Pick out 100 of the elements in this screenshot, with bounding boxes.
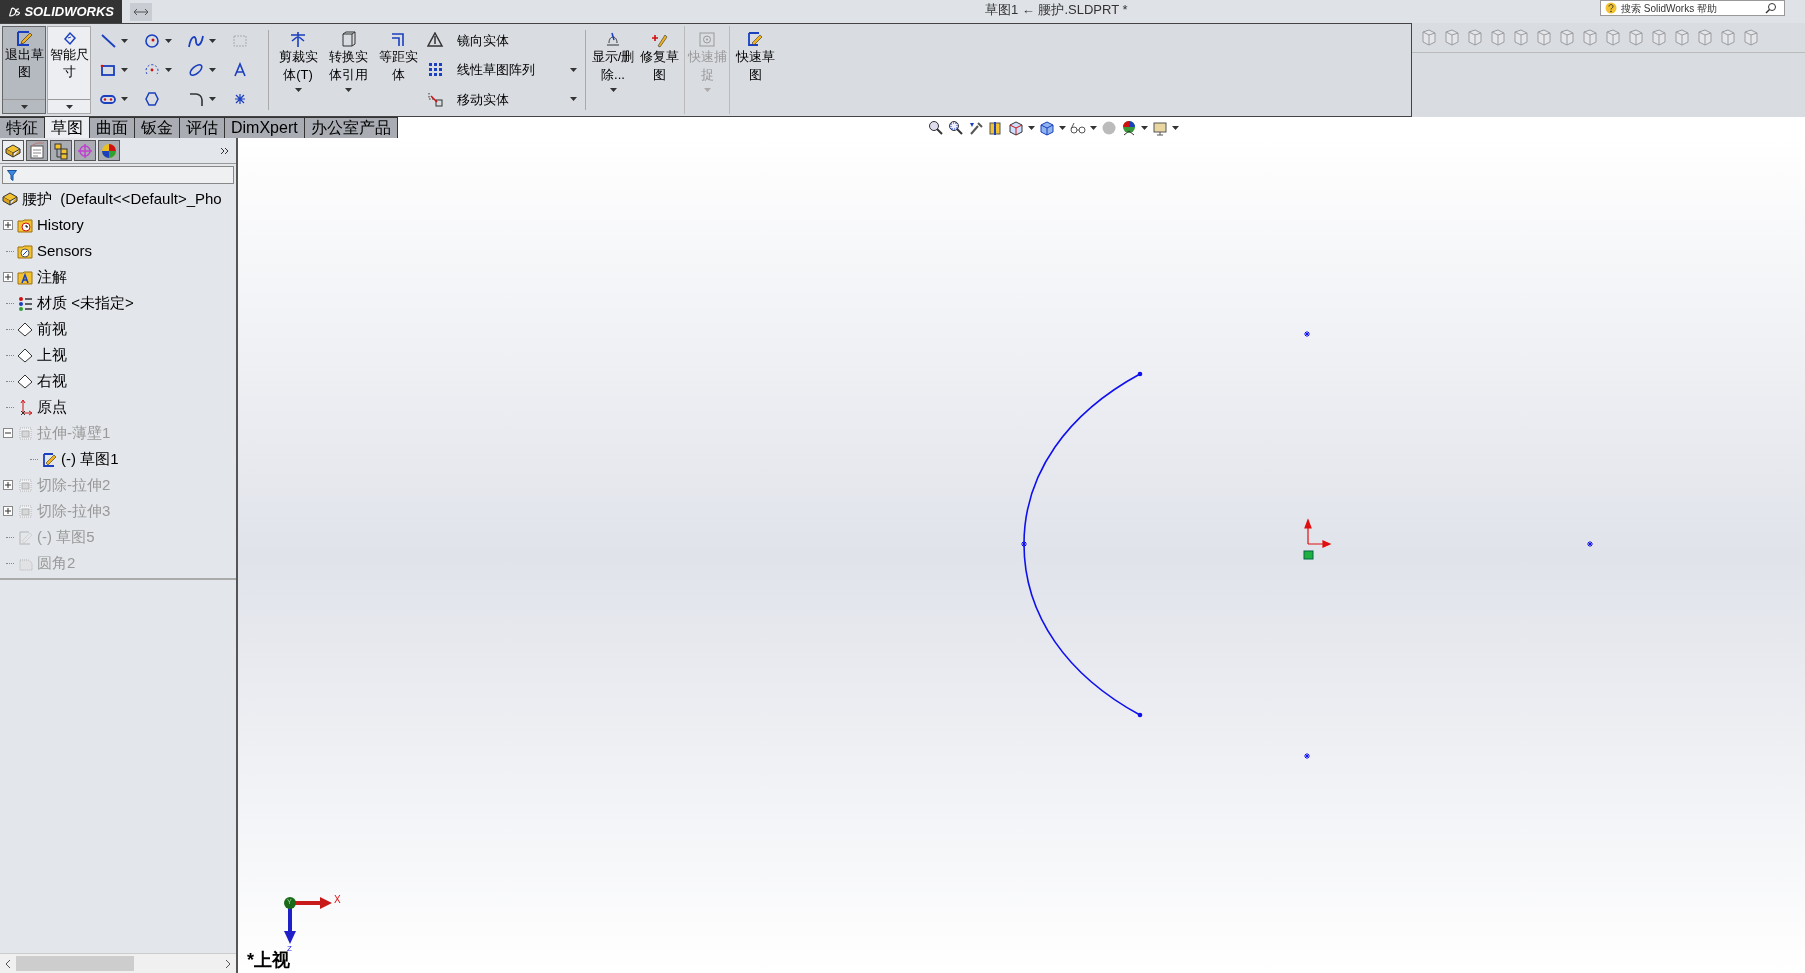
ribbon-button[interactable]: 转换实体引用	[323, 26, 373, 114]
quick-icon	[746, 31, 764, 48]
dropdown-caret-icon[interactable]	[344, 88, 352, 92]
filter-field[interactable]	[2, 166, 234, 184]
ribbon-button[interactable]: 智能尺寸	[47, 26, 91, 114]
dropdown-caret-icon[interactable]	[20, 104, 28, 109]
text-icon[interactable]	[232, 62, 248, 78]
tree-item[interactable]: (-) 草图1	[61, 447, 119, 471]
line-icon[interactable]	[100, 32, 116, 49]
move-icon	[427, 90, 445, 108]
display-settings-icon[interactable]	[1152, 120, 1168, 136]
plane-icon	[17, 320, 34, 338]
ribbon-button[interactable]: 修复草图	[636, 26, 682, 114]
expand-icon[interactable]	[3, 480, 13, 490]
sketch-icon	[41, 450, 58, 468]
ribbon-button[interactable]: 退出草图	[2, 26, 46, 114]
window-title: 草图1 ← 腰护.SLDPRT *	[985, 1, 1128, 19]
scroll-left-icon[interactable]	[4, 958, 12, 969]
horizontal-scrollbar[interactable]	[0, 953, 236, 973]
expand-chevron-icon[interactable]	[220, 146, 230, 155]
collapse-icon[interactable]	[3, 428, 13, 438]
panel-tab[interactable]	[2, 140, 24, 161]
x-axis-label: X	[334, 895, 341, 905]
dropdown-caret-icon[interactable]	[209, 97, 216, 102]
tree-item[interactable]: 前视	[37, 317, 67, 341]
sketch-point	[1303, 330, 1311, 338]
ribbon-button[interactable]: 显示/删除...	[590, 26, 636, 114]
tree-item[interactable]: 原点	[37, 395, 67, 419]
panel-tab[interactable]	[50, 140, 72, 161]
ribbon-list-button[interactable]: 线性草图阵列	[427, 59, 535, 81]
ribbon-list-button[interactable]: 移动实体	[427, 88, 509, 111]
section-view-icon[interactable]	[988, 120, 1004, 136]
ellipse-icon[interactable]	[188, 62, 204, 78]
dropdown-caret-icon[interactable]	[1090, 126, 1097, 130]
dropdown-caret-icon[interactable]	[121, 97, 128, 102]
quick-access-button[interactable]	[130, 2, 152, 21]
help-icon	[1605, 2, 1617, 14]
ribbon-button[interactable]: 等距实体	[373, 26, 423, 114]
feature-icon	[17, 476, 34, 494]
dropdown-caret-icon[interactable]	[121, 68, 128, 72]
previous-view-icon[interactable]	[968, 120, 984, 136]
property-icon	[28, 141, 46, 160]
glasses-icon[interactable]	[1070, 120, 1086, 136]
dropdown-caret-icon[interactable]	[121, 38, 128, 43]
help-search-field[interactable]: 搜索 SolidWorks 帮助	[1600, 0, 1785, 16]
arrows-icon	[133, 6, 149, 17]
tab[interactable]: 办公室产品	[304, 117, 398, 138]
dropdown-caret-icon[interactable]	[165, 68, 172, 72]
scene-icon[interactable]	[1121, 120, 1137, 136]
tab[interactable]: 草图	[45, 117, 90, 138]
dropdown-caret-icon[interactable]	[1172, 126, 1179, 130]
tab[interactable]: 特征	[0, 117, 45, 138]
expand-icon[interactable]	[3, 506, 13, 516]
color-wheel-icon	[100, 141, 118, 160]
fillet-icon[interactable]	[188, 91, 204, 108]
tree-item[interactable]: 注解	[37, 265, 67, 289]
polygon-icon[interactable]	[144, 91, 160, 108]
view-orientation-icon[interactable]	[1008, 120, 1024, 136]
expand-icon[interactable]	[3, 220, 13, 230]
search-icon[interactable]	[1765, 2, 1777, 14]
ribbon-list-button[interactable]: 镜向实体	[427, 29, 509, 52]
scroll-right-icon[interactable]	[224, 958, 232, 969]
z-axis-label: Z	[287, 945, 292, 953]
tree-item[interactable]: Sensors	[37, 239, 93, 263]
dropdown-caret-icon[interactable]	[209, 38, 216, 43]
rectangle-icon[interactable]	[100, 62, 116, 78]
mirror-icon	[427, 32, 445, 50]
panel-tab[interactable]	[26, 140, 48, 161]
dropdown-caret-icon[interactable]	[294, 88, 302, 92]
circle-icon[interactable]	[144, 32, 160, 49]
display-style-icon[interactable]	[1039, 120, 1055, 136]
dropdown-caret-icon[interactable]	[65, 104, 73, 109]
dropdown-caret-icon[interactable]	[209, 68, 216, 72]
tree-item[interactable]: 材质 <未指定>	[37, 291, 134, 315]
dropdown-caret-icon[interactable]	[570, 97, 577, 102]
tree-item[interactable]: History	[37, 213, 84, 237]
part-icon	[2, 191, 18, 207]
scrollbar-thumb[interactable]	[16, 956, 134, 971]
annotations-icon	[17, 268, 34, 286]
dropdown-caret-icon[interactable]	[165, 38, 172, 43]
dropdown-caret-icon[interactable]	[609, 88, 617, 92]
ribbon-button[interactable]: 剪裁实体(T)	[273, 26, 323, 114]
dropdown-caret-icon[interactable]	[1028, 126, 1035, 130]
zoom-fit-icon[interactable]	[928, 120, 944, 136]
tree-item[interactable]: 上视	[37, 343, 67, 367]
panel-tab[interactable]	[98, 140, 120, 161]
tree-item[interactable]: 右视	[37, 369, 67, 393]
arc-endpoint	[1137, 712, 1143, 718]
zoom-area-icon[interactable]	[948, 120, 964, 136]
tab[interactable]: 钣金	[135, 117, 180, 138]
ribbon-button[interactable]: 快速草图	[732, 26, 778, 114]
tree-root-label[interactable]: 腰护 (Default<<Default>_Pho	[22, 187, 222, 211]
dropdown-caret-icon[interactable]	[1141, 126, 1148, 130]
dropdown-caret-icon[interactable]	[570, 68, 577, 72]
plane-icon	[17, 346, 34, 364]
tab[interactable]: 评估	[180, 117, 225, 138]
expand-icon[interactable]	[3, 272, 13, 282]
tab[interactable]: DimXpert	[225, 117, 305, 138]
dropdown-caret-icon[interactable]	[1059, 126, 1066, 130]
tab[interactable]: 曲面	[90, 117, 135, 138]
